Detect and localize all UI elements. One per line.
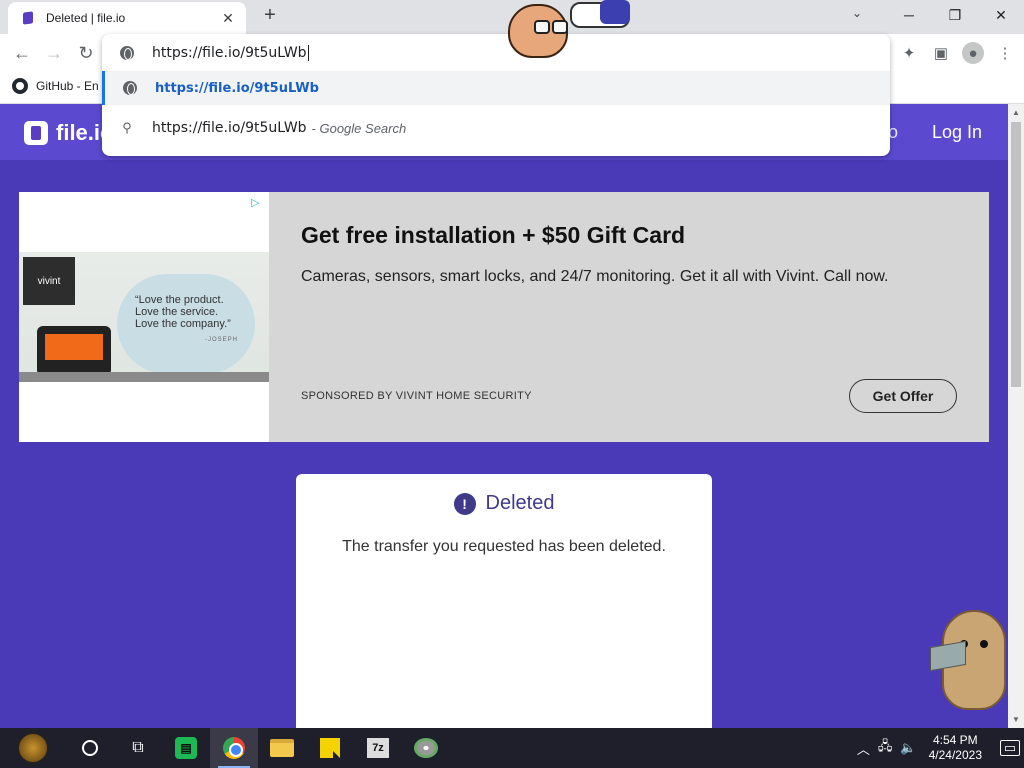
bookmark-github[interactable]: GitHub - En — [12, 78, 99, 94]
page-content: file.io o Log In vivint “Love the produc… — [0, 104, 1008, 728]
quote-line-3: Love the company.” — [135, 318, 231, 330]
mascot-glasses-left — [534, 20, 550, 34]
volume-icon[interactable]: 🔈 — [900, 740, 916, 756]
taskbar-disc-app[interactable] — [402, 728, 450, 768]
cartoon-mascot-top — [508, 0, 632, 58]
ad-description: Cameras, sensors, smart locks, and 24/7 … — [301, 268, 889, 285]
ad-quote: “Love the product. Love the service. Lov… — [117, 274, 255, 374]
quote-author: -JOSEPH — [205, 337, 239, 343]
countertop — [19, 372, 269, 382]
tab-search-chevron-icon[interactable]: ⌄ — [852, 6, 862, 20]
taskbar-chrome[interactable] — [210, 728, 258, 768]
hamster-mascot — [930, 600, 1006, 710]
taskbar-7zip[interactable]: 7z — [354, 728, 402, 768]
suggestion-search-query: https://file.io/9t5uLWb — [152, 120, 307, 136]
clock-date: 4/24/2023 — [928, 748, 982, 762]
notification-center-icon[interactable]: ▭ — [1000, 740, 1020, 756]
scroll-up-icon[interactable]: ▲ — [1008, 108, 1024, 117]
status-title: Deleted — [485, 492, 555, 514]
get-offer-button[interactable]: Get Offer — [849, 379, 957, 413]
chrome-icon — [223, 737, 245, 759]
hamster-eye-right — [980, 640, 988, 648]
fileio-favicon-icon — [22, 10, 36, 26]
login-link[interactable]: Log In — [932, 122, 982, 143]
tab-close-icon[interactable]: ✕ — [220, 10, 236, 27]
smart-display-icon — [37, 326, 111, 376]
start-button[interactable] — [0, 728, 66, 768]
status-message: The transfer you requested has been dele… — [342, 538, 666, 555]
taskbar-file-explorer[interactable] — [258, 728, 306, 768]
quote-line-1: “Love the product. — [135, 294, 224, 306]
start-orb-icon — [17, 732, 49, 764]
task-view-icon: ⧉ — [132, 739, 144, 756]
mascot-face — [508, 4, 568, 58]
side-panel-icon[interactable]: ▣ — [930, 42, 952, 64]
omnibox-dropdown: https://file.io/9t5uLWb https://file.io/… — [102, 34, 890, 156]
fileio-logo-icon — [24, 121, 48, 145]
advertisement-banner[interactable]: vivint “Love the product. Love the servi… — [19, 192, 989, 442]
network-icon[interactable]: 🖧 — [878, 737, 893, 759]
window-controls: ─ ❐ ✕ — [886, 0, 1024, 30]
search-icon: ⚲ — [122, 120, 132, 135]
back-arrow-icon[interactable]: ← — [11, 43, 33, 63]
adchoices-icon[interactable]: ▷ — [251, 196, 259, 209]
taskbar-sticky-notes[interactable] — [306, 728, 354, 768]
windows-taskbar: ⧉ ▤ 7z ︿ 🖧 🔈 4:54 PM 4/24/2023 ▭ — [0, 728, 1024, 768]
page-scrollbar[interactable]: ▲ ▼ — [1008, 104, 1024, 728]
toolbar-right-tools: ✦ ▣ ● ⋮ — [898, 34, 1016, 72]
globe-icon — [122, 80, 138, 96]
taskbar-app-green[interactable]: ▤ — [162, 728, 210, 768]
tray-chevron-up-icon[interactable]: ︿ — [857, 739, 870, 758]
ad-sponsor: SPONSORED BY VIVINT HOME SECURITY — [301, 390, 532, 402]
site-logo[interactable]: file.io — [24, 120, 113, 146]
system-tray: ︿ 🖧 🔈 4:54 PM 4/24/2023 ▭ — [853, 728, 1024, 768]
github-icon — [12, 78, 28, 94]
scroll-down-icon[interactable]: ▼ — [1008, 715, 1024, 724]
extensions-puzzle-icon[interactable]: ✦ — [898, 42, 920, 64]
tab-title: Deleted | file.io — [46, 11, 126, 25]
ad-headline[interactable]: Get free installation + $50 Gift Card — [301, 222, 685, 249]
green-app-icon: ▤ — [175, 737, 197, 759]
status-card: ! Deleted The transfer you requested has… — [296, 474, 712, 728]
sticky-notes-icon — [320, 738, 340, 758]
new-tab-button[interactable]: + — [258, 4, 282, 27]
profile-avatar-icon[interactable]: ● — [962, 42, 984, 64]
close-window-icon[interactable]: ✕ — [978, 0, 1024, 30]
address-input[interactable]: https://file.io/9t5uLWb — [152, 45, 307, 61]
cortana-button[interactable] — [66, 728, 114, 768]
address-bar[interactable]: https://file.io/9t5uLWb — [102, 34, 890, 71]
disc-icon — [414, 738, 438, 758]
scroll-thumb[interactable] — [1011, 122, 1021, 387]
vivint-logo-badge: vivint — [23, 257, 75, 305]
minimize-icon[interactable]: ─ — [886, 0, 932, 30]
cortana-circle-icon — [82, 740, 98, 756]
forward-arrow-icon[interactable]: → — [43, 43, 65, 63]
reload-icon[interactable]: ↻ — [75, 43, 97, 63]
text-caret — [307, 44, 309, 61]
suggestion-search[interactable]: ⚲ https://file.io/9t5uLWb - Google Searc… — [102, 108, 890, 148]
kebab-menu-icon[interactable]: ⋮ — [994, 42, 1016, 64]
restore-icon[interactable]: ❐ — [932, 0, 978, 30]
taskbar-clock[interactable]: 4:54 PM 4/24/2023 — [929, 733, 982, 763]
ad-image[interactable]: vivint “Love the product. Love the servi… — [19, 192, 269, 442]
mascot-glasses-right — [552, 20, 568, 34]
bookmark-label: GitHub - En — [36, 79, 99, 93]
mascot-sleeve — [600, 0, 630, 24]
quote-line-2: Love the service. — [135, 306, 219, 318]
site-info-icon[interactable] — [119, 45, 135, 61]
suggestion-url[interactable]: https://file.io/9t5uLWb — [102, 71, 890, 105]
clock-time: 4:54 PM — [932, 733, 978, 747]
folder-icon — [270, 739, 294, 757]
ad-photo: vivint “Love the product. Love the servi… — [19, 252, 269, 382]
suggestion-url-text: https://file.io/9t5uLWb — [155, 80, 319, 96]
7zip-icon: 7z — [367, 738, 389, 758]
suggestion-search-suffix: - Google Search — [311, 120, 407, 136]
alert-icon: ! — [453, 492, 476, 515]
status-title-row: ! Deleted — [296, 492, 712, 515]
task-view-button[interactable]: ⧉ — [114, 728, 162, 768]
browser-tab[interactable]: Deleted | file.io ✕ — [8, 2, 246, 34]
